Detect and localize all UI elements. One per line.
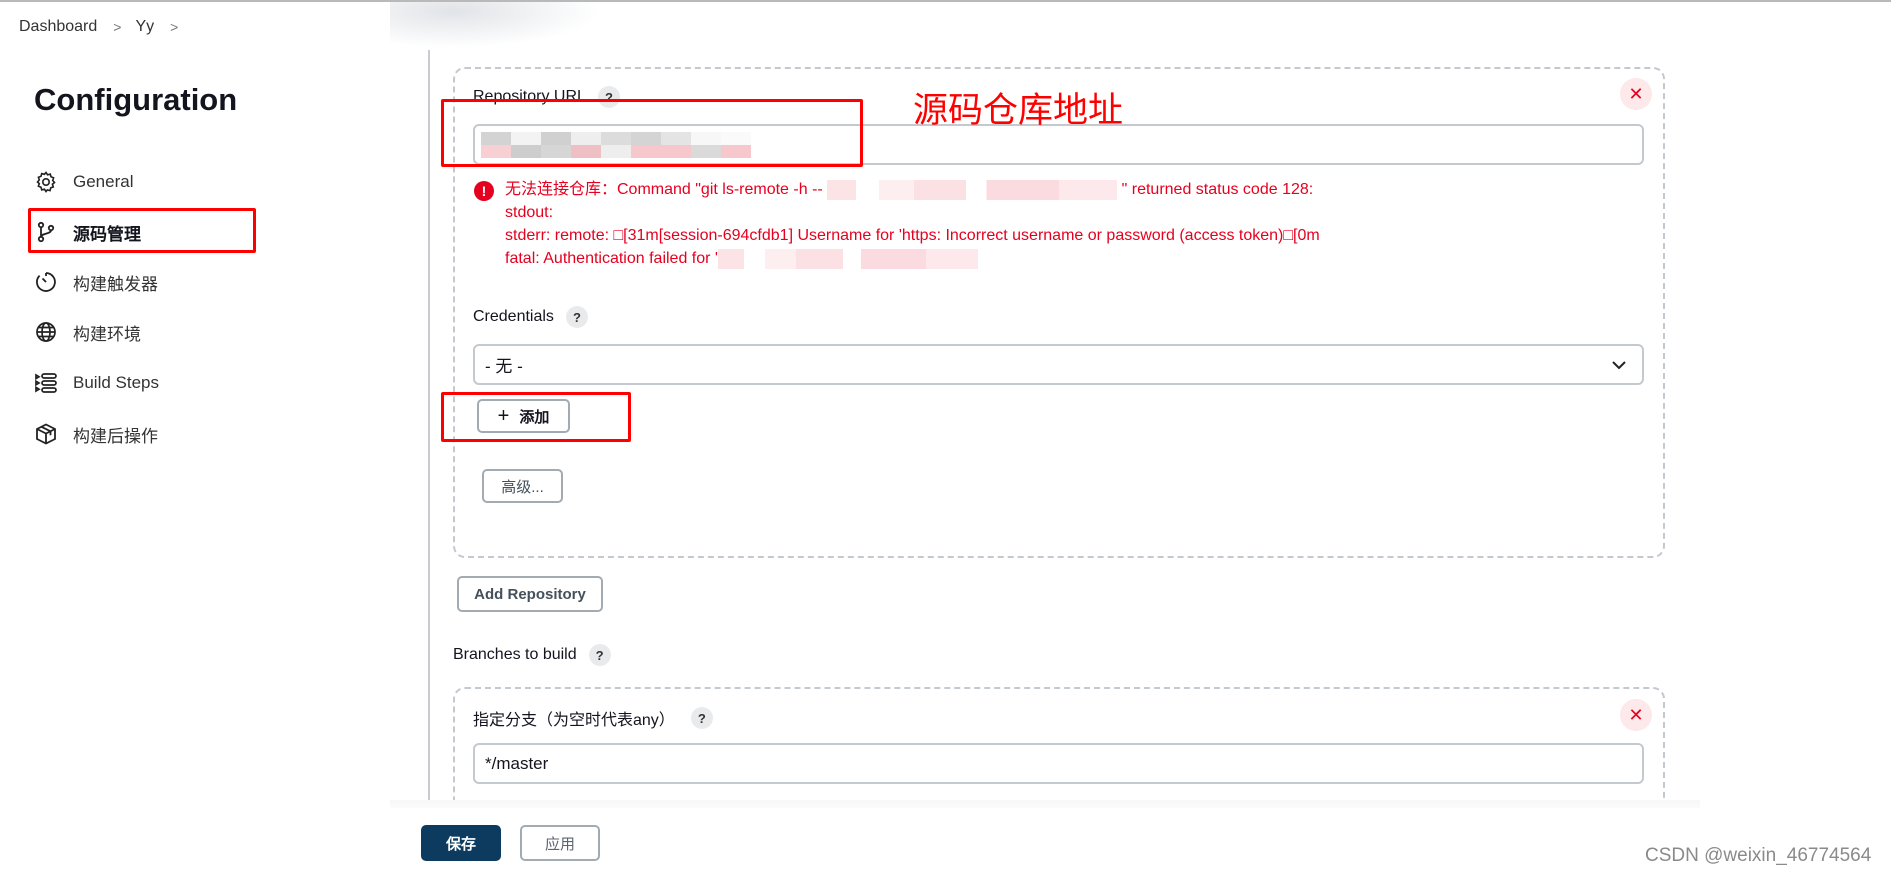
breadcrumb-separator[interactable]: > [170, 19, 178, 35]
redacted-url [827, 179, 1118, 200]
credentials-label-text: Credentials [473, 308, 554, 325]
error-line-4: fatal: Authentication failed for ' [473, 247, 1320, 270]
breadcrumb-job[interactable]: Yy [135, 18, 154, 36]
error-text: 无法连接仓库：Command "git ls-remote -h -- [505, 181, 828, 198]
error-line-1: 无法连接仓库：Command "git ls-remote -h -- " re… [473, 178, 1320, 201]
apply-button[interactable]: 应用 [520, 825, 600, 861]
add-credentials-label: 添加 [519, 408, 550, 426]
repository-url-label-text: Repository URL [473, 88, 586, 105]
delete-repository-button[interactable]: ✕ [1620, 78, 1652, 110]
timer-icon [34, 270, 58, 294]
branch-specifier-label-text: 指定分支（为空时代表any） [473, 712, 675, 729]
branches-label-text: Branches to build [453, 646, 577, 663]
error-text: " returned status code 128: [1117, 181, 1314, 198]
git-branch-icon [34, 220, 58, 244]
branches-label: Branches to build ? [453, 644, 611, 666]
delete-branch-button[interactable]: ✕ [1620, 699, 1652, 731]
sidebar-item-label: 源码管理 [73, 224, 141, 244]
top-shadow [390, 2, 600, 48]
credentials-select[interactable]: - 无 - [473, 344, 1644, 385]
save-button[interactable]: 保存 [421, 825, 501, 861]
list-steps-icon [34, 371, 58, 395]
globe-icon [34, 320, 58, 344]
add-repository-button[interactable]: Add Repository [457, 576, 603, 612]
chevron-down-icon [1612, 361, 1626, 370]
top-border [0, 0, 1891, 2]
error-text: fatal: Authentication failed for ' [505, 250, 718, 267]
advanced-button[interactable]: 高级... [482, 469, 563, 503]
package-icon [34, 422, 58, 446]
branch-specifier-value: */master [485, 753, 549, 773]
sidebar-item-label: 构建触发器 [73, 274, 158, 294]
connection-error: ! 无法连接仓库：Command "git ls-remote -h -- " … [473, 178, 1320, 270]
annotation-repo-url-note: 源码仓库地址 [913, 91, 1124, 130]
branch-specifier-label: 指定分支（为空时代表any） ? [473, 706, 713, 730]
add-credentials-button[interactable]: + 添加 [477, 399, 570, 433]
sidebar-item-label: General [73, 172, 134, 191]
help-icon[interactable]: ? [597, 86, 620, 108]
sidebar-item-build-triggers[interactable]: 构建触发器 [34, 262, 254, 302]
help-icon[interactable]: ? [588, 644, 611, 666]
branch-specifier-input[interactable]: */master [473, 743, 1644, 784]
page-title: Configuration [34, 82, 238, 117]
sidebar-item-general[interactable]: General [34, 162, 254, 202]
breadcrumb-dashboard[interactable]: Dashboard [19, 18, 97, 36]
plus-icon: + [497, 404, 510, 427]
credentials-selected-value: - 无 - [485, 357, 523, 376]
sidebar-item-source-control[interactable]: 源码管理 [34, 212, 254, 252]
gear-icon [34, 170, 58, 194]
breadcrumb-separator: > [113, 19, 122, 35]
watermark: CSDN @weixin_46774564 [1645, 845, 1872, 866]
help-icon[interactable]: ? [565, 306, 588, 328]
credentials-label: Credentials ? [473, 306, 588, 328]
repository-url-label: Repository URL ? [473, 86, 620, 108]
breadcrumb: Dashboard > Yy > [19, 16, 192, 38]
help-icon[interactable]: ? [690, 707, 713, 729]
sidebar-item-build-environment[interactable]: 构建环境 [34, 312, 254, 352]
sidebar-item-build-steps[interactable]: Build Steps [34, 363, 254, 403]
sidebar-item-label: 构建环境 [73, 324, 141, 344]
error-line-2: stdout: [505, 204, 554, 221]
redacted-url [481, 132, 751, 158]
sidebar-item-post-build[interactable]: 构建后操作 [34, 414, 254, 454]
error-line-3: stderr: remote: □[31m[session-694cfdb1] … [505, 227, 1320, 244]
sidebar-item-label: 构建后操作 [73, 426, 158, 446]
content-divider [428, 50, 430, 810]
redacted-url [717, 248, 978, 269]
sidebar-item-label: Build Steps [73, 373, 159, 392]
